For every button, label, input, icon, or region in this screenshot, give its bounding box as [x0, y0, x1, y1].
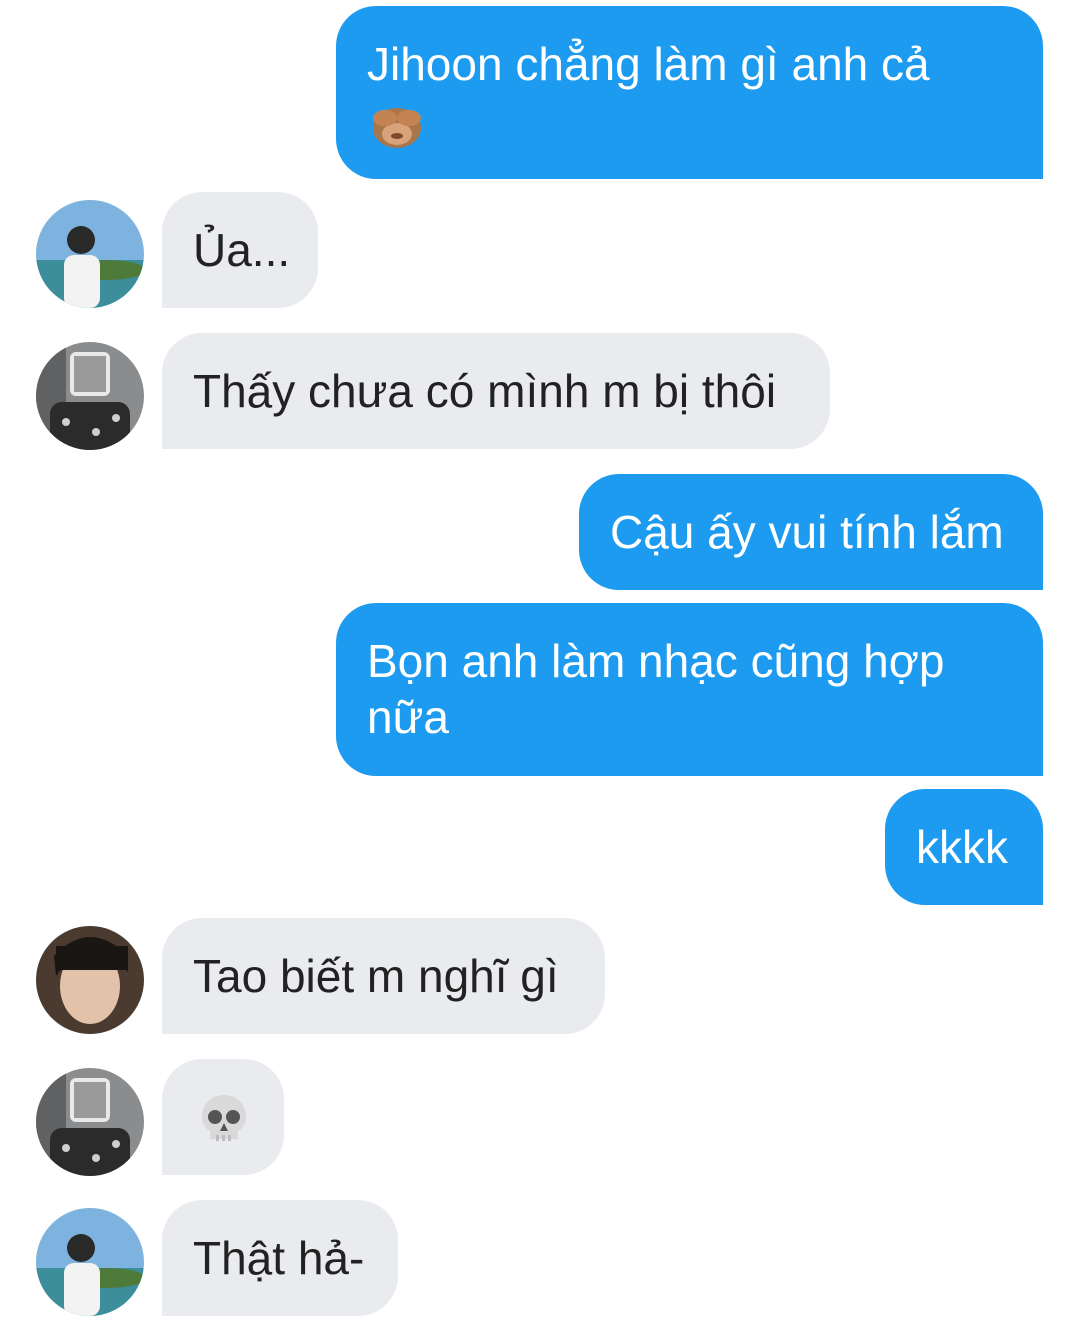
- message-text: Jihoon chẳng làm gì anh cả: [367, 38, 930, 90]
- message-text: kkkk: [916, 821, 1008, 873]
- avatar[interactable]: [36, 200, 144, 308]
- incoming-message-bubble[interactable]: Thấy chưa có mình m bị thôi: [162, 333, 830, 449]
- outgoing-message-bubble[interactable]: Cậu ấy vui tính lắm: [579, 474, 1043, 590]
- avatar[interactable]: [36, 926, 144, 1034]
- outgoing-message-bubble[interactable]: Jihoon chẳng làm gì anh cả: [336, 6, 1043, 179]
- avatar[interactable]: [36, 1208, 144, 1316]
- message-text: Thật hả-: [193, 1232, 365, 1284]
- see-no-evil-monkey-icon: [367, 98, 1013, 162]
- message-text: Ủa...: [193, 224, 291, 276]
- message-text: Bọn anh làm nhạc cũng hợp nữa: [367, 635, 945, 743]
- outgoing-message-bubble[interactable]: Bọn anh làm nhạc cũng hợp nữa: [336, 603, 1043, 776]
- incoming-message-bubble[interactable]: [162, 1059, 284, 1175]
- message-text: Cậu ấy vui tính lắm: [610, 506, 1004, 558]
- avatar[interactable]: [36, 342, 144, 450]
- skull-icon: [200, 1093, 284, 1157]
- message-text: Tao biết m nghĩ gì: [193, 950, 559, 1002]
- incoming-message-bubble[interactable]: Tao biết m nghĩ gì: [162, 918, 605, 1034]
- message-text: Thấy chưa có mình m bị thôi: [193, 365, 777, 417]
- outgoing-message-bubble[interactable]: kkkk: [885, 789, 1043, 905]
- incoming-message-bubble[interactable]: Ủa...: [162, 192, 318, 308]
- incoming-message-bubble[interactable]: Thật hả-: [162, 1200, 398, 1316]
- avatar[interactable]: [36, 1068, 144, 1176]
